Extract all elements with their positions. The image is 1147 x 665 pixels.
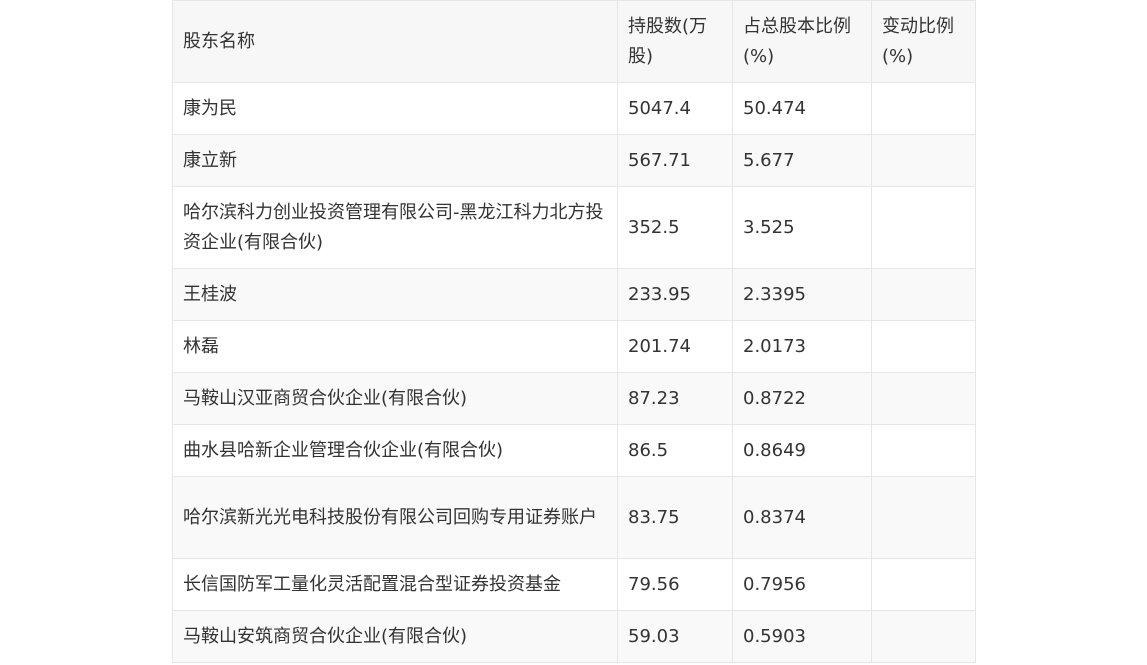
cell-share-ratio: 3.525 [732,186,872,269]
cell-shares-held: 86.5 [617,424,733,477]
table-row: 康立新 567.71 5.677 [172,134,976,187]
cell-share-ratio: 50.474 [732,82,872,135]
cell-shares-held: 5047.4 [617,82,733,135]
table-row: 林磊 201.74 2.0173 [172,320,976,373]
header-shares-held: 持股数(万股) [617,0,733,83]
cell-change-ratio [871,134,976,187]
cell-share-ratio: 2.0173 [732,320,872,373]
shareholder-table-container: 股东名称 持股数(万股) 占总股本比例(%) 变动比例(%) 康为民 5047.… [172,0,976,663]
table-row: 长信国防军工量化灵活配置混合型证券投资基金 79.56 0.7956 [172,558,976,611]
cell-shares-held: 83.75 [617,476,733,559]
cell-shares-held: 233.95 [617,268,733,321]
cell-shareholder-name: 马鞍山安筑商贸合伙企业(有限合伙) [172,610,618,663]
cell-shares-held: 201.74 [617,320,733,373]
cell-shareholder-name: 长信国防军工量化灵活配置混合型证券投资基金 [172,558,618,611]
table-row: 曲水县哈新企业管理合伙企业(有限合伙) 86.5 0.8649 [172,424,976,477]
shareholder-table: 股东名称 持股数(万股) 占总股本比例(%) 变动比例(%) 康为民 5047.… [172,0,976,663]
table-header: 股东名称 持股数(万股) 占总股本比例(%) 变动比例(%) [172,0,976,83]
cell-change-ratio [871,320,976,373]
cell-shareholder-name: 马鞍山汉亚商贸合伙企业(有限合伙) [172,372,618,425]
table-row: 哈尔滨新光光电科技股份有限公司回购专用证券账户 83.75 0.8374 [172,476,976,559]
cell-change-ratio [871,558,976,611]
cell-change-ratio [871,424,976,477]
cell-change-ratio [871,610,976,663]
cell-share-ratio: 5.677 [732,134,872,187]
cell-shares-held: 87.23 [617,372,733,425]
cell-shares-held: 352.5 [617,186,733,269]
cell-share-ratio: 0.8649 [732,424,872,477]
cell-shares-held: 567.71 [617,134,733,187]
table-row: 康为民 5047.4 50.474 [172,82,976,135]
cell-share-ratio: 0.7956 [732,558,872,611]
cell-shareholder-name: 曲水县哈新企业管理合伙企业(有限合伙) [172,424,618,477]
cell-shareholder-name: 哈尔滨新光光电科技股份有限公司回购专用证券账户 [172,476,618,559]
cell-shareholder-name: 康为民 [172,82,618,135]
table-row: 马鞍山汉亚商贸合伙企业(有限合伙) 87.23 0.8722 [172,372,976,425]
cell-share-ratio: 0.8374 [732,476,872,559]
header-row: 股东名称 持股数(万股) 占总股本比例(%) 变动比例(%) [172,0,976,83]
header-change-ratio: 变动比例(%) [871,0,976,83]
cell-shares-held: 79.56 [617,558,733,611]
cell-change-ratio [871,82,976,135]
cell-shareholder-name: 哈尔滨科力创业投资管理有限公司-黑龙江科力北方投资企业(有限合伙) [172,186,618,269]
cell-change-ratio [871,476,976,559]
table-row: 王桂波 233.95 2.3395 [172,268,976,321]
table-row: 马鞍山安筑商贸合伙企业(有限合伙) 59.03 0.5903 [172,610,976,663]
header-share-ratio: 占总股本比例(%) [732,0,872,83]
cell-shareholder-name: 康立新 [172,134,618,187]
table-row: 哈尔滨科力创业投资管理有限公司-黑龙江科力北方投资企业(有限合伙) 352.5 … [172,186,976,269]
cell-change-ratio [871,186,976,269]
header-shareholder-name: 股东名称 [172,0,618,83]
cell-shareholder-name: 林磊 [172,320,618,373]
cell-share-ratio: 0.5903 [732,610,872,663]
cell-shareholder-name: 王桂波 [172,268,618,321]
cell-change-ratio [871,268,976,321]
cell-share-ratio: 2.3395 [732,268,872,321]
cell-shares-held: 59.03 [617,610,733,663]
cell-share-ratio: 0.8722 [732,372,872,425]
table-body: 康为民 5047.4 50.474 康立新 567.71 5.677 哈尔滨科力… [172,82,976,663]
cell-change-ratio [871,372,976,425]
